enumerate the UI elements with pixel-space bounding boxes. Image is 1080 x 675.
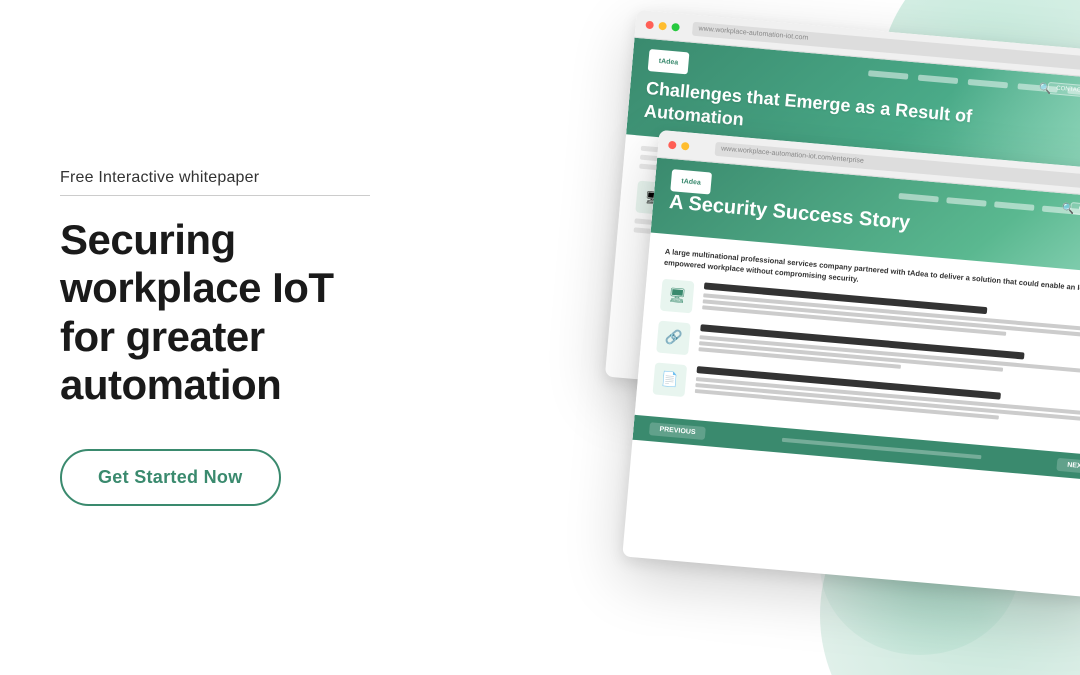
prev-button[interactable]: PREVIOUS bbox=[649, 422, 706, 440]
right-content-area: www.workplace-automation-iot.com tAdea C… bbox=[420, 0, 1080, 675]
nav-products bbox=[868, 70, 908, 79]
front-dot-green bbox=[694, 142, 703, 151]
page-container: Free Interactive whitepaper Securing wor… bbox=[0, 0, 1080, 675]
front-nav-markets bbox=[946, 197, 986, 206]
front-dot-red bbox=[668, 140, 677, 149]
front-browser-content: tAdea CONTACT US 🔍 A Security Success St… bbox=[622, 158, 1080, 598]
front-nav-products bbox=[898, 193, 938, 202]
front-search-icon: 🔍 bbox=[1061, 203, 1074, 215]
left-content-area: Free Interactive whitepaper Securing wor… bbox=[0, 109, 420, 566]
front-browser-logo: tAdea bbox=[670, 169, 712, 194]
next-button[interactable]: NEXT bbox=[1057, 457, 1080, 473]
feature-icon-3: 📄 bbox=[653, 362, 688, 397]
get-started-button[interactable]: Get Started Now bbox=[60, 449, 281, 506]
subtitle-text: Free Interactive whitepaper bbox=[60, 169, 370, 187]
front-dot-yellow bbox=[681, 141, 690, 150]
back-browser-logo: tAdea bbox=[648, 49, 690, 74]
browser-dot-green bbox=[671, 22, 680, 31]
browser-dot-red bbox=[645, 20, 654, 29]
browser-dot-yellow bbox=[658, 21, 667, 30]
subtitle-divider bbox=[60, 195, 370, 196]
feature-icon-2: 🔗 bbox=[656, 320, 691, 355]
feature-icon-1: 🖥 bbox=[660, 278, 695, 313]
main-title: Securing workplace IoT for greater autom… bbox=[60, 216, 370, 409]
front-nav-partners bbox=[994, 201, 1034, 210]
front-browser-mockup: www.workplace-automation-iot.com/enterpr… bbox=[622, 130, 1080, 598]
